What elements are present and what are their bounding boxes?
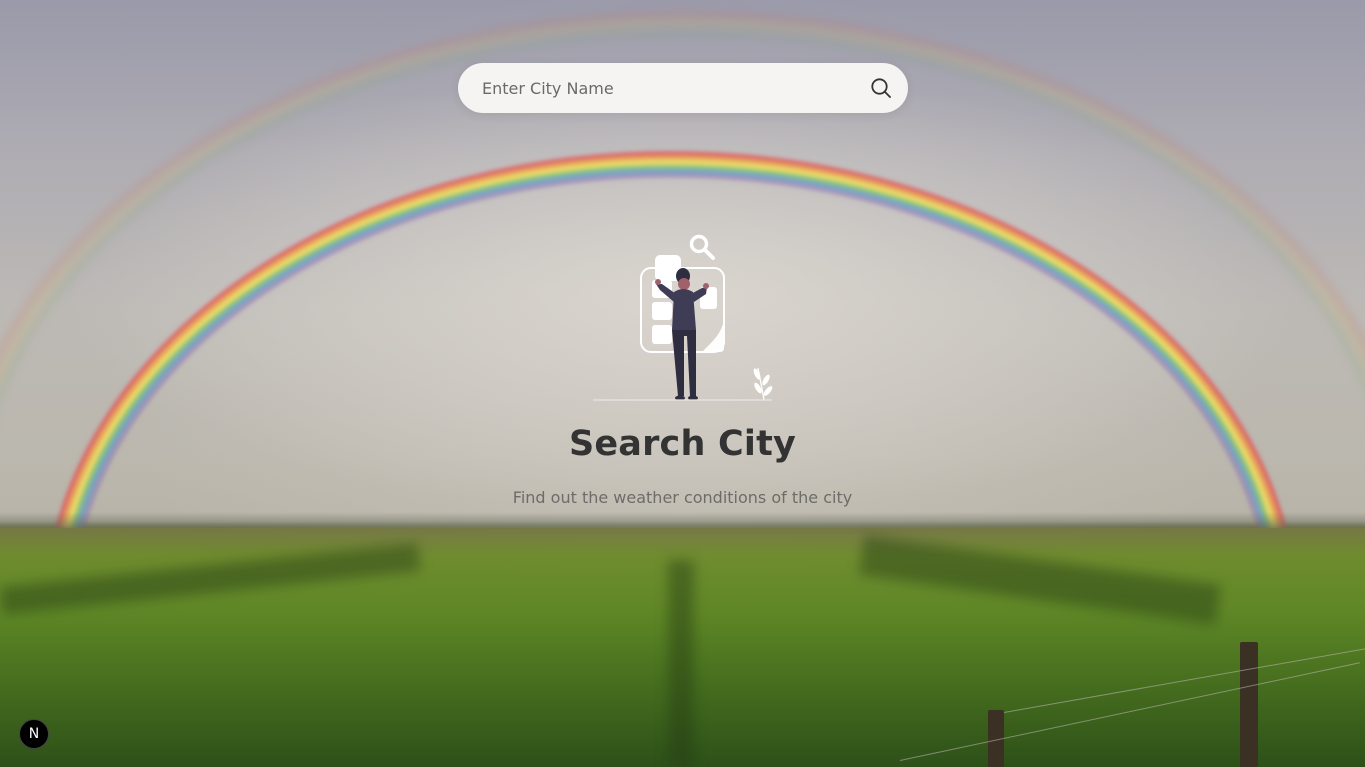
person-searching-city-illustration [593,234,773,401]
search-icon [871,78,891,98]
fence-post [1240,642,1258,767]
nextjs-dev-badge[interactable]: N [19,719,49,749]
empty-state-title: Search City [568,424,797,464]
search-button[interactable] [868,75,894,101]
nextjs-logo-icon: N [28,726,40,742]
plant-decoration [753,367,773,401]
empty-state-subtitle: Find out the weather conditions of the c… [512,488,853,507]
magnifier-icon [689,234,715,260]
city-search-bar [458,62,908,114]
city-search-input[interactable] [480,62,868,114]
weather-app: Search City Find out the weather conditi… [0,0,1365,767]
field-shadow [668,560,694,767]
